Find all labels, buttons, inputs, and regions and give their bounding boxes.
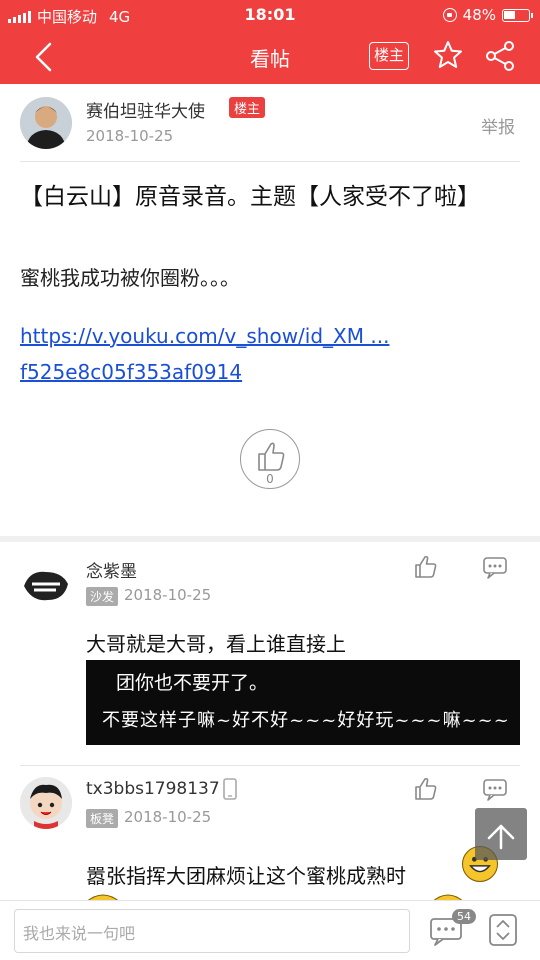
reply-comment-icon[interactable]: [482, 555, 508, 579]
reply-date: 2018-10-25: [124, 586, 212, 604]
reply-username[interactable]: tx3bbs1798137: [86, 779, 220, 799]
report-button[interactable]: 举报: [481, 113, 515, 138]
reply-avatar[interactable]: [20, 560, 72, 612]
reply-image-caption-2: 不要这样子嘛~好不好~~~好好玩~~~嘛~~~: [102, 710, 510, 731]
sort-order-icon[interactable]: [488, 913, 518, 947]
like-button[interactable]: 0: [240, 429, 300, 489]
floor-badge: 板凳: [86, 809, 119, 828]
divider: [20, 161, 520, 162]
floor-badge: 沙发: [86, 587, 119, 606]
star-icon[interactable]: [433, 40, 463, 70]
author-name[interactable]: 赛伯坦驻华大使: [86, 97, 205, 122]
mobile-phone-icon: [223, 778, 237, 800]
only-owner-button[interactable]: 楼主: [369, 42, 409, 70]
reply-image[interactable]: 团你也不要开了。 不要这样子嘛~好不好~~~好好玩~~~嘛~~~: [86, 660, 520, 745]
video-link[interactable]: https://v.youku.com/v_show/id_XM ... f52…: [20, 318, 389, 390]
bottom-bar: 我也来说一句吧 54: [0, 900, 540, 960]
section-separator: [0, 536, 540, 542]
divider: [20, 765, 520, 766]
reply-text: 嚣张指挥大团麻烦让这个蜜桃成熟时: [86, 864, 406, 888]
rotation-lock-icon: [442, 8, 457, 22]
reply-date: 2018-10-25: [124, 808, 212, 826]
battery-percent: 48%: [462, 6, 496, 24]
like-count: 0: [266, 472, 274, 486]
battery-icon: [502, 8, 533, 22]
share-icon[interactable]: [484, 40, 516, 72]
reply-input[interactable]: 我也来说一句吧: [14, 909, 410, 953]
owner-badge: 楼主: [229, 97, 266, 118]
arrow-up-icon: [487, 824, 515, 850]
thumbs-up-icon[interactable]: [413, 777, 439, 801]
top-bar: 中国移动 4G 18:01 48% 看帖 楼主: [0, 0, 540, 84]
reply-comment-icon[interactable]: [482, 777, 508, 801]
comment-count-badge: 54: [452, 909, 476, 924]
reply-avatar[interactable]: [20, 777, 72, 829]
post-date: 2018-10-25: [86, 127, 174, 145]
post-title: 【白云山】原音录音。主题【人家受不了啦】: [20, 184, 480, 210]
reply-username[interactable]: 念紫墨: [86, 557, 137, 582]
author-avatar[interactable]: [20, 97, 72, 149]
post-body: 蜜桃我成功被你圈粉。。。: [20, 266, 240, 290]
video-link-line2[interactable]: f525e8c05f353af0914: [20, 354, 389, 390]
status-bar: 中国移动 4G 18:01 48%: [0, 0, 540, 30]
video-link-line1[interactable]: https://v.youku.com/v_show/id_XM ...: [20, 318, 389, 354]
reply-image-caption-1: 团你也不要开了。: [116, 672, 269, 694]
scroll-to-top-button[interactable]: [475, 808, 527, 860]
reply-text: 大哥就是大哥，看上谁直接上: [86, 632, 346, 656]
nav-bar: 看帖 楼主: [0, 30, 540, 84]
thumbs-up-icon[interactable]: [413, 555, 439, 579]
